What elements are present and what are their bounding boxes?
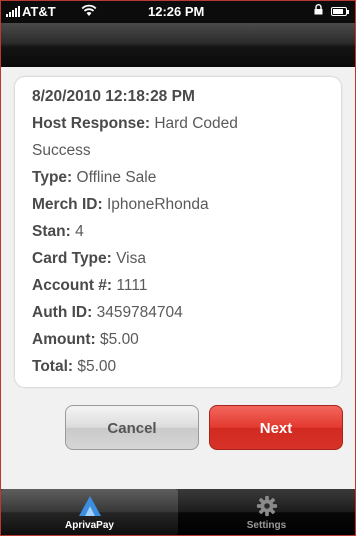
detail-value: $5.00: [77, 358, 117, 375]
navigation-bar: [1, 23, 355, 67]
main-content[interactable]: 8/20/2010 12:18:28 PM Host Response: Har…: [1, 67, 355, 489]
detail-row-auth-id: Auth ID: 3459784704: [32, 299, 332, 326]
transaction-details-card: 8/20/2010 12:18:28 PM Host Response: Har…: [15, 77, 341, 387]
detail-value: IphoneRhonda: [106, 196, 209, 213]
detail-value: $5.00: [100, 331, 139, 348]
detail-label: Card Type:: [32, 250, 112, 267]
gear-icon: [256, 495, 277, 517]
detail-value: 3459784704: [96, 304, 183, 321]
transaction-details-list: 8/20/2010 12:18:28 PM Host Response: Har…: [32, 83, 332, 380]
detail-row-stan: Stan: 4: [32, 218, 332, 245]
app-frame: AT&T 12:26 PM 8/20/2010 12:18:28 PM Host…: [0, 0, 356, 536]
detail-row-host-response: Host Response: Hard Coded: [32, 110, 332, 137]
detail-row-amount: Amount: $5.00: [32, 326, 332, 353]
apriva-logo-icon: [78, 496, 101, 516]
wifi-icon: [81, 4, 97, 16]
detail-row-type: Type: Offline Sale: [32, 164, 332, 191]
detail-label: Auth ID:: [32, 304, 93, 321]
lock-icon: [314, 4, 323, 15]
detail-label: Merch ID:: [32, 196, 103, 213]
detail-value: Hard Coded: [154, 115, 238, 132]
signal-strength-icon: [6, 6, 20, 17]
detail-row-account: Account #: 1111: [32, 272, 332, 299]
detail-label: Total:: [32, 358, 74, 375]
next-button[interactable]: Next: [209, 405, 343, 450]
cancel-button[interactable]: Cancel: [65, 405, 199, 450]
status-bar: AT&T 12:26 PM: [1, 1, 355, 23]
detail-value: Visa: [116, 250, 146, 267]
detail-value: 4: [75, 223, 84, 240]
detail-label: Host Response:: [32, 115, 150, 132]
tab-aprivapay[interactable]: AprivaPay: [1, 489, 178, 535]
detail-value: 1111: [116, 277, 148, 294]
detail-value: Offline Sale: [76, 169, 157, 186]
detail-row-total: Total: $5.00: [32, 353, 332, 380]
detail-label: Amount:: [32, 331, 96, 348]
tab-label: AprivaPay: [65, 520, 114, 531]
detail-row-merch-id: Merch ID: IphoneRhonda: [32, 191, 332, 218]
transaction-timestamp: 8/20/2010 12:18:28 PM: [32, 88, 195, 105]
tab-label: Settings: [246, 520, 287, 531]
action-buttons: Cancel Next: [65, 405, 347, 450]
detail-value: Success: [32, 142, 91, 159]
battery-tip: [347, 10, 349, 14]
tab-bar: AprivaPay Settings: [1, 489, 355, 535]
status-clock: 12:26 PM: [148, 4, 205, 19]
detail-label: Stan:: [32, 223, 71, 240]
detail-row-host-response-continued: Success: [32, 137, 332, 164]
detail-label: Type:: [32, 169, 73, 186]
detail-label: Account #:: [32, 277, 113, 294]
detail-row-card-type: Card Type: Visa: [32, 245, 332, 272]
battery-icon: [331, 7, 347, 16]
tab-settings[interactable]: Settings: [178, 489, 355, 535]
carrier-name: AT&T: [22, 4, 56, 19]
